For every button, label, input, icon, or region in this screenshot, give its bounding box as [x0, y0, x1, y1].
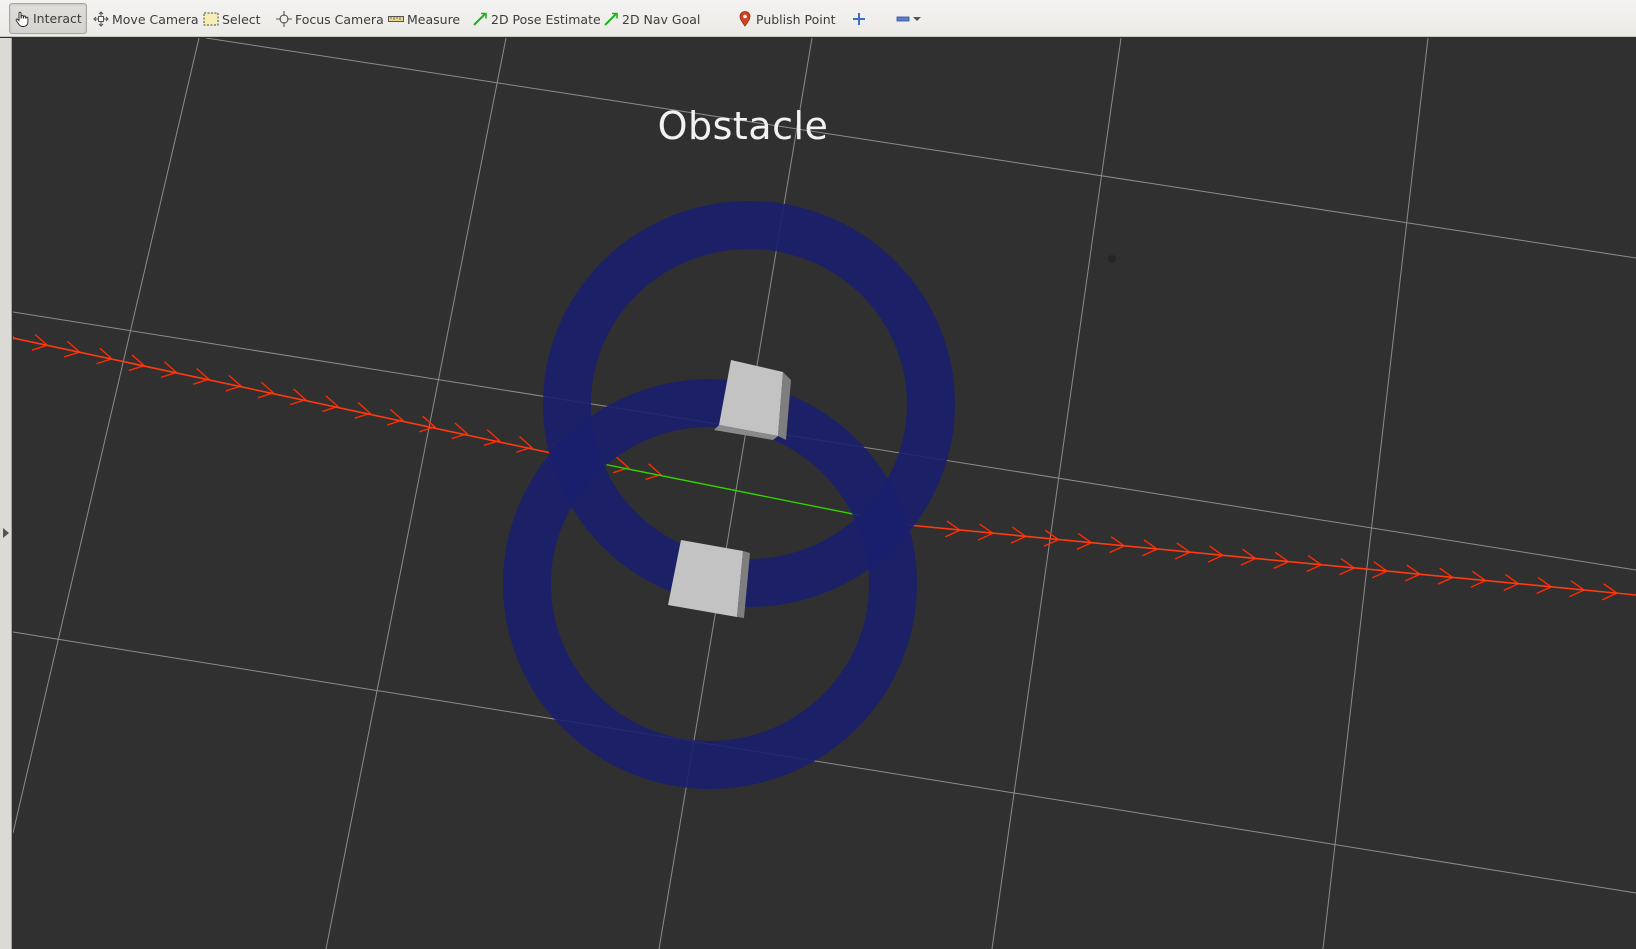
- path-pose-arrow: [419, 415, 437, 433]
- move-camera-tool-label: Move Camera: [112, 11, 199, 27]
- path-pose-arrow: [322, 395, 340, 413]
- map-pin-icon: [737, 11, 753, 27]
- collapsed-side-panel[interactable]: [0, 38, 12, 949]
- interact-tool-button[interactable]: Interact: [9, 3, 87, 34]
- chevron-down-icon[interactable]: [913, 11, 921, 27]
- focus-camera-tool-button[interactable]: Focus Camera: [272, 6, 388, 32]
- green-arrow-icon: [603, 11, 619, 27]
- path-pose-arrow: [257, 381, 275, 399]
- obstacle-text-marker: Obstacle: [657, 104, 829, 148]
- small-marker-dot: [1108, 255, 1116, 263]
- add-tool-button[interactable]: [847, 6, 874, 32]
- expand-panel-arrow-icon[interactable]: [3, 528, 9, 538]
- 2d-nav-goal-tool-label: 2D Nav Goal: [622, 11, 701, 27]
- path-pose-arrow: [290, 388, 307, 406]
- hand-pointer-icon: [14, 11, 30, 27]
- global-path-line-right: [907, 524, 1636, 596]
- path-pose-arrow: [612, 456, 630, 474]
- 2d-nav-goal-tool-button[interactable]: 2D Nav Goal: [599, 6, 704, 32]
- focus-camera-tool-label: Focus Camera: [295, 11, 384, 27]
- path-pose-arrow: [386, 408, 404, 426]
- select-rectangle-icon: [203, 11, 219, 27]
- path-pose-arrow: [516, 436, 533, 453]
- green-arrow-icon: [472, 11, 488, 27]
- global-path-line: [13, 337, 594, 463]
- path-pose-arrow: [451, 422, 469, 440]
- move-camera-icon: [93, 11, 109, 27]
- path-pose-arrow: [13, 335, 17, 340]
- 2d-pose-estimate-tool-label: 2D Pose Estimate: [491, 11, 601, 27]
- path-pose-arrow: [354, 402, 372, 419]
- grid-lines: [13, 38, 1636, 949]
- 3d-render-viewport[interactable]: Obstacle: [13, 38, 1636, 949]
- publish-point-tool-button[interactable]: Publish Point: [733, 6, 840, 32]
- move-camera-tool-button[interactable]: Move Camera: [89, 6, 203, 32]
- scene-canvas[interactable]: [13, 38, 1636, 949]
- interact-tool-label: Interact: [33, 11, 82, 26]
- measure-tool-button[interactable]: Measure: [384, 6, 464, 32]
- focus-camera-icon: [276, 11, 292, 27]
- minus-icon: [895, 11, 911, 27]
- remove-tool-button[interactable]: [891, 6, 928, 32]
- obstacle-box-upper: [714, 360, 791, 440]
- select-tool-label: Select: [222, 11, 261, 27]
- 2d-pose-estimate-tool-button[interactable]: 2D Pose Estimate: [468, 6, 605, 32]
- ruler-icon: [388, 11, 404, 27]
- measure-tool-label: Measure: [407, 11, 461, 27]
- publish-point-tool-label: Publish Point: [756, 11, 836, 27]
- obstacle-box-lower: [668, 540, 750, 618]
- tool-bar: Interact Move Camera Select Focus Camera…: [0, 0, 1636, 37]
- plus-icon: [851, 11, 867, 27]
- path-pose-arrow: [483, 429, 501, 447]
- path-pose-arrow: [645, 463, 663, 481]
- select-tool-button[interactable]: Select: [199, 6, 265, 32]
